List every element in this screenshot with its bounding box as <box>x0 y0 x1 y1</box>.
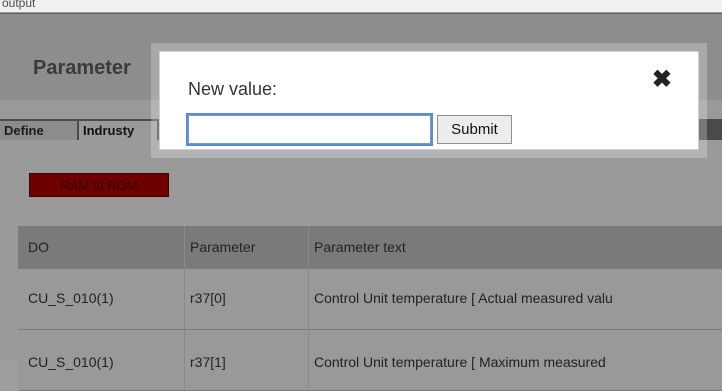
tab-indrusty[interactable]: Indrusty <box>79 121 157 140</box>
column-divider <box>308 330 309 390</box>
ram-to-rom-button[interactable]: RAM to ROM <box>29 173 169 197</box>
column-divider <box>184 226 185 269</box>
new-value-label: New value: <box>188 79 278 99</box>
row-parameter: r37[0] <box>190 290 226 306</box>
column-divider <box>184 269 185 329</box>
new-value-input[interactable] <box>186 113 433 146</box>
row-parameter: r37[1] <box>190 354 226 370</box>
column-divider <box>308 269 309 329</box>
column-divider <box>308 226 309 269</box>
row-parameter-text: Control Unit temperature [ Actual measur… <box>314 290 613 306</box>
row-do: CU_S_010(1) <box>28 290 114 306</box>
header-parameter: Parameter <box>184 226 314 269</box>
header-do: DO <box>18 226 194 269</box>
close-icon[interactable]: ✖ <box>652 68 672 92</box>
new-value-dialog: New value: ✖ Submit <box>159 51 699 150</box>
top-strip: output <box>0 0 722 12</box>
table-row[interactable]: CU_S_010(1) r37[0] Control Unit temperat… <box>18 269 722 330</box>
column-divider <box>184 330 185 390</box>
tab-define[interactable]: Define <box>0 121 77 140</box>
row-do: CU_S_010(1) <box>28 354 114 370</box>
top-strip-text: output <box>2 0 36 10</box>
page-title: Parameter <box>33 57 131 79</box>
submit-button[interactable]: Submit <box>437 115 512 144</box>
row-parameter-text: Control Unit temperature [ Maximum measu… <box>314 354 606 370</box>
header-parameter-text: Parameter text <box>308 226 722 269</box>
